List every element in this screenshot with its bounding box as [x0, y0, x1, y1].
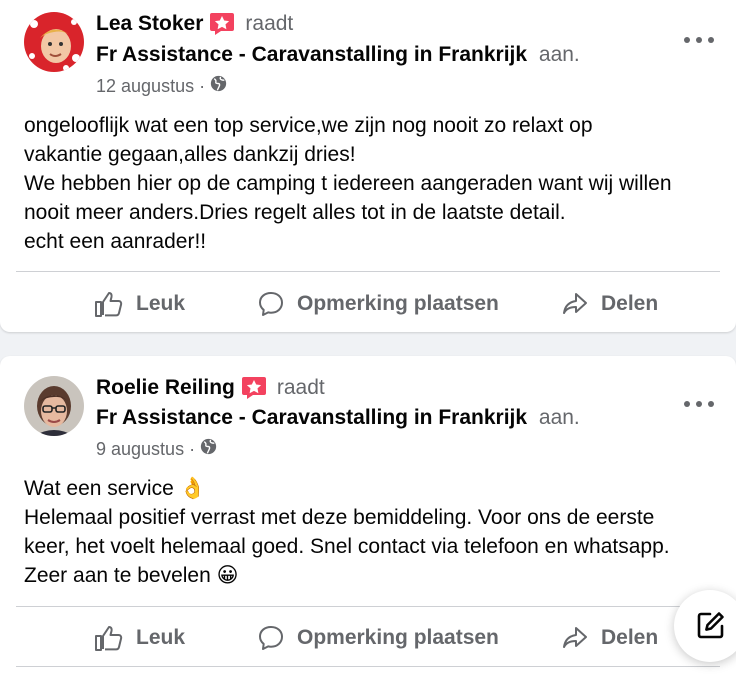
like-label: Leuk: [136, 626, 186, 649]
post-actions: Leuk Opmerking plaatsen Delen: [0, 284, 736, 324]
comment-label: Opmerking plaatsen: [297, 626, 499, 649]
page-link[interactable]: Fr Assistance - Caravanstalling in Frank…: [96, 406, 527, 429]
comment-icon: [259, 626, 283, 650]
post-card: Lea Stoker raadt Fr Assistance - Caravan…: [0, 0, 736, 332]
like-button[interactable]: Leuk: [94, 618, 185, 658]
recommend-verb: raadt: [245, 12, 294, 35]
share-label: Delen: [601, 626, 659, 649]
avatar[interactable]: [24, 12, 84, 72]
recommend-verb: raadt: [276, 376, 325, 399]
share-label: Delen: [601, 292, 659, 315]
comment-button[interactable]: Opmerking plaatsen: [257, 618, 499, 658]
globe-icon: [210, 75, 227, 97]
comment-button[interactable]: Opmerking plaatsen: [257, 284, 499, 324]
more-options-icon[interactable]: [684, 30, 714, 50]
share-button[interactable]: Delen: [561, 284, 658, 324]
share-button[interactable]: Delen: [561, 618, 658, 658]
more-options-icon[interactable]: [684, 394, 714, 414]
page-suffix: aan.: [538, 43, 580, 66]
post-actions: Leuk Opmerking plaatsen Delen: [0, 618, 736, 658]
post-card: Roelie Reiling raadt Fr Assistance - Car…: [0, 356, 736, 676]
author-name[interactable]: Roelie Reiling: [96, 376, 235, 400]
like-icon: [95, 626, 123, 651]
comment-label: Opmerking plaatsen: [297, 292, 499, 315]
separator: ·: [189, 438, 196, 459]
post-text: Wat een service 👌 Helemaal positief verr…: [24, 477, 670, 587]
globe-icon: [200, 438, 217, 460]
divider: [16, 606, 720, 607]
post-date[interactable]: 9 augustus: [96, 439, 184, 460]
post-text: ongelooflijk wat een top service,we zijn…: [24, 114, 672, 253]
like-label: Leuk: [136, 292, 186, 315]
share-icon: [563, 293, 587, 314]
divider: [16, 271, 720, 272]
comment-icon: [259, 292, 283, 316]
recommend-badge-icon: [241, 376, 267, 400]
divider: [16, 666, 720, 667]
author-name[interactable]: Lea Stoker: [96, 12, 203, 36]
compose-icon: [697, 612, 724, 639]
avatar[interactable]: [24, 376, 84, 436]
share-icon: [563, 627, 587, 648]
like-icon: [95, 292, 123, 317]
post-date[interactable]: 12 augustus: [96, 76, 194, 97]
page-suffix: aan.: [538, 406, 580, 429]
separator: ·: [199, 75, 206, 96]
compose-button[interactable]: [674, 590, 736, 662]
recommend-badge-icon: [209, 12, 235, 36]
page-link[interactable]: Fr Assistance - Caravanstalling in Frank…: [96, 43, 527, 66]
like-button[interactable]: Leuk: [94, 284, 185, 324]
